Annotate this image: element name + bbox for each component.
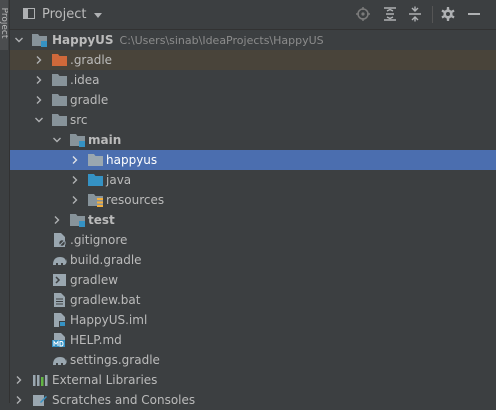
tree-node-label: settings.gradle [70, 353, 160, 367]
module-folder-icon [32, 33, 48, 47]
tree-node-main[interactable]: main [10, 130, 496, 150]
project-tool-window-tab[interactable]: Project [0, 0, 8, 50]
tree-node-gradlew[interactable]: gradlew [10, 270, 496, 290]
tree-node-test[interactable]: test [10, 210, 496, 230]
tree-node-src[interactable]: src [10, 110, 496, 130]
gradle-file-icon [52, 253, 68, 267]
gear-icon[interactable] [440, 6, 456, 22]
chevron-right-icon[interactable] [14, 375, 24, 385]
tree-node-label: test [88, 213, 115, 227]
collapse-all-icon[interactable] [407, 6, 423, 22]
source-root-folder-icon [88, 173, 104, 187]
project-view-title[interactable]: Project [42, 7, 86, 22]
tree-node-happyus[interactable]: HappyUS C:\Users\sinab\IdeaProjects\Happy… [10, 30, 496, 50]
scratches-icon [32, 393, 48, 407]
chevron-down-icon[interactable] [52, 135, 62, 145]
folder-icon [52, 113, 68, 127]
tree-node-happyus-iml[interactable]: HappyUS.iml [10, 310, 496, 330]
iml-file-icon [52, 313, 68, 327]
module-folder-icon [70, 213, 86, 227]
gradle-file-icon [52, 353, 68, 367]
chevron-right-icon[interactable] [34, 55, 44, 65]
package-folder-icon [88, 153, 104, 167]
excluded-folder-icon [52, 53, 68, 67]
chevron-right-icon[interactable] [34, 95, 44, 105]
chevron-right-icon[interactable] [14, 395, 24, 405]
tree-node-happyus-package[interactable]: happyus [10, 150, 496, 170]
chevron-down-icon[interactable] [34, 115, 44, 125]
tree-node-settings-gradle[interactable]: settings.gradle [10, 350, 496, 370]
folder-icon [52, 93, 68, 107]
tree-node-label: .gradle [70, 53, 113, 67]
tree-node-label: src [70, 113, 88, 127]
tree-node-label: happyus [106, 153, 158, 167]
tree-node-label: HappyUS [52, 33, 114, 47]
expand-all-icon[interactable] [382, 6, 398, 22]
tree-node-label: .gitignore [70, 233, 128, 247]
project-tab-label: Project [0, 7, 8, 39]
view-dropdown-icon[interactable] [94, 13, 102, 18]
tree-node-label: HappyUS.iml [70, 313, 148, 327]
module-folder-icon [70, 133, 86, 147]
text-file-icon [52, 293, 68, 307]
chevron-down-icon[interactable] [14, 35, 24, 45]
tree-node-label: External Libraries [52, 373, 158, 387]
tool-window-strip: Project [0, 0, 10, 403]
tree-node-label: main [88, 133, 122, 147]
tree-node-gradle-cache[interactable]: .gradle [10, 50, 496, 70]
ignore-file-icon [52, 233, 68, 247]
folder-icon [52, 73, 68, 87]
tree-node-java[interactable]: java [10, 170, 496, 190]
tree-node-label: .idea [70, 73, 100, 87]
tree-node-gitignore[interactable]: .gitignore [10, 230, 496, 250]
tree-node-label: resources [106, 193, 165, 207]
tree-node-build-gradle[interactable]: build.gradle [10, 250, 496, 270]
tree-node-label: Scratches and Consoles [52, 393, 196, 407]
header-separator [432, 6, 433, 23]
chevron-right-icon[interactable] [52, 215, 62, 225]
chevron-right-icon[interactable] [70, 175, 80, 185]
tree-node-idea[interactable]: .idea [10, 70, 496, 90]
libraries-icon [32, 373, 48, 387]
tree-node-label: build.gradle [70, 253, 142, 267]
project-tree[interactable]: HappyUS C:\Users\sinab\IdeaProjects\Happy… [10, 30, 496, 410]
tree-node-label: HELP.md [70, 333, 122, 347]
tree-node-gradlew-bat[interactable]: gradlew.bat [10, 290, 496, 310]
tree-node-resources[interactable]: resources [10, 190, 496, 210]
tree-node-scratches[interactable]: Scratches and Consoles [10, 390, 496, 410]
shell-file-icon [52, 273, 68, 287]
project-view-icon [23, 8, 35, 19]
tree-node-label: gradle [70, 93, 109, 107]
tree-node-external-libraries[interactable]: External Libraries [10, 370, 496, 390]
chevron-right-icon[interactable] [70, 155, 80, 165]
resources-folder-icon [88, 193, 104, 207]
tree-node-label: gradlew.bat [70, 293, 141, 307]
locate-file-icon[interactable] [355, 6, 371, 22]
tree-node-gradle[interactable]: gradle [10, 90, 496, 110]
tree-node-label: gradlew [70, 273, 119, 287]
project-path: C:\Users\sinab\IdeaProjects\HappyUS [119, 34, 324, 47]
hide-icon[interactable] [466, 6, 482, 22]
tree-node-help-md[interactable]: HELP.md [10, 330, 496, 350]
project-tool-window-header: Project [10, 0, 496, 30]
tree-node-label: java [106, 173, 132, 187]
chevron-right-icon[interactable] [70, 195, 80, 205]
chevron-right-icon[interactable] [34, 75, 44, 85]
markdown-file-icon [52, 333, 68, 347]
